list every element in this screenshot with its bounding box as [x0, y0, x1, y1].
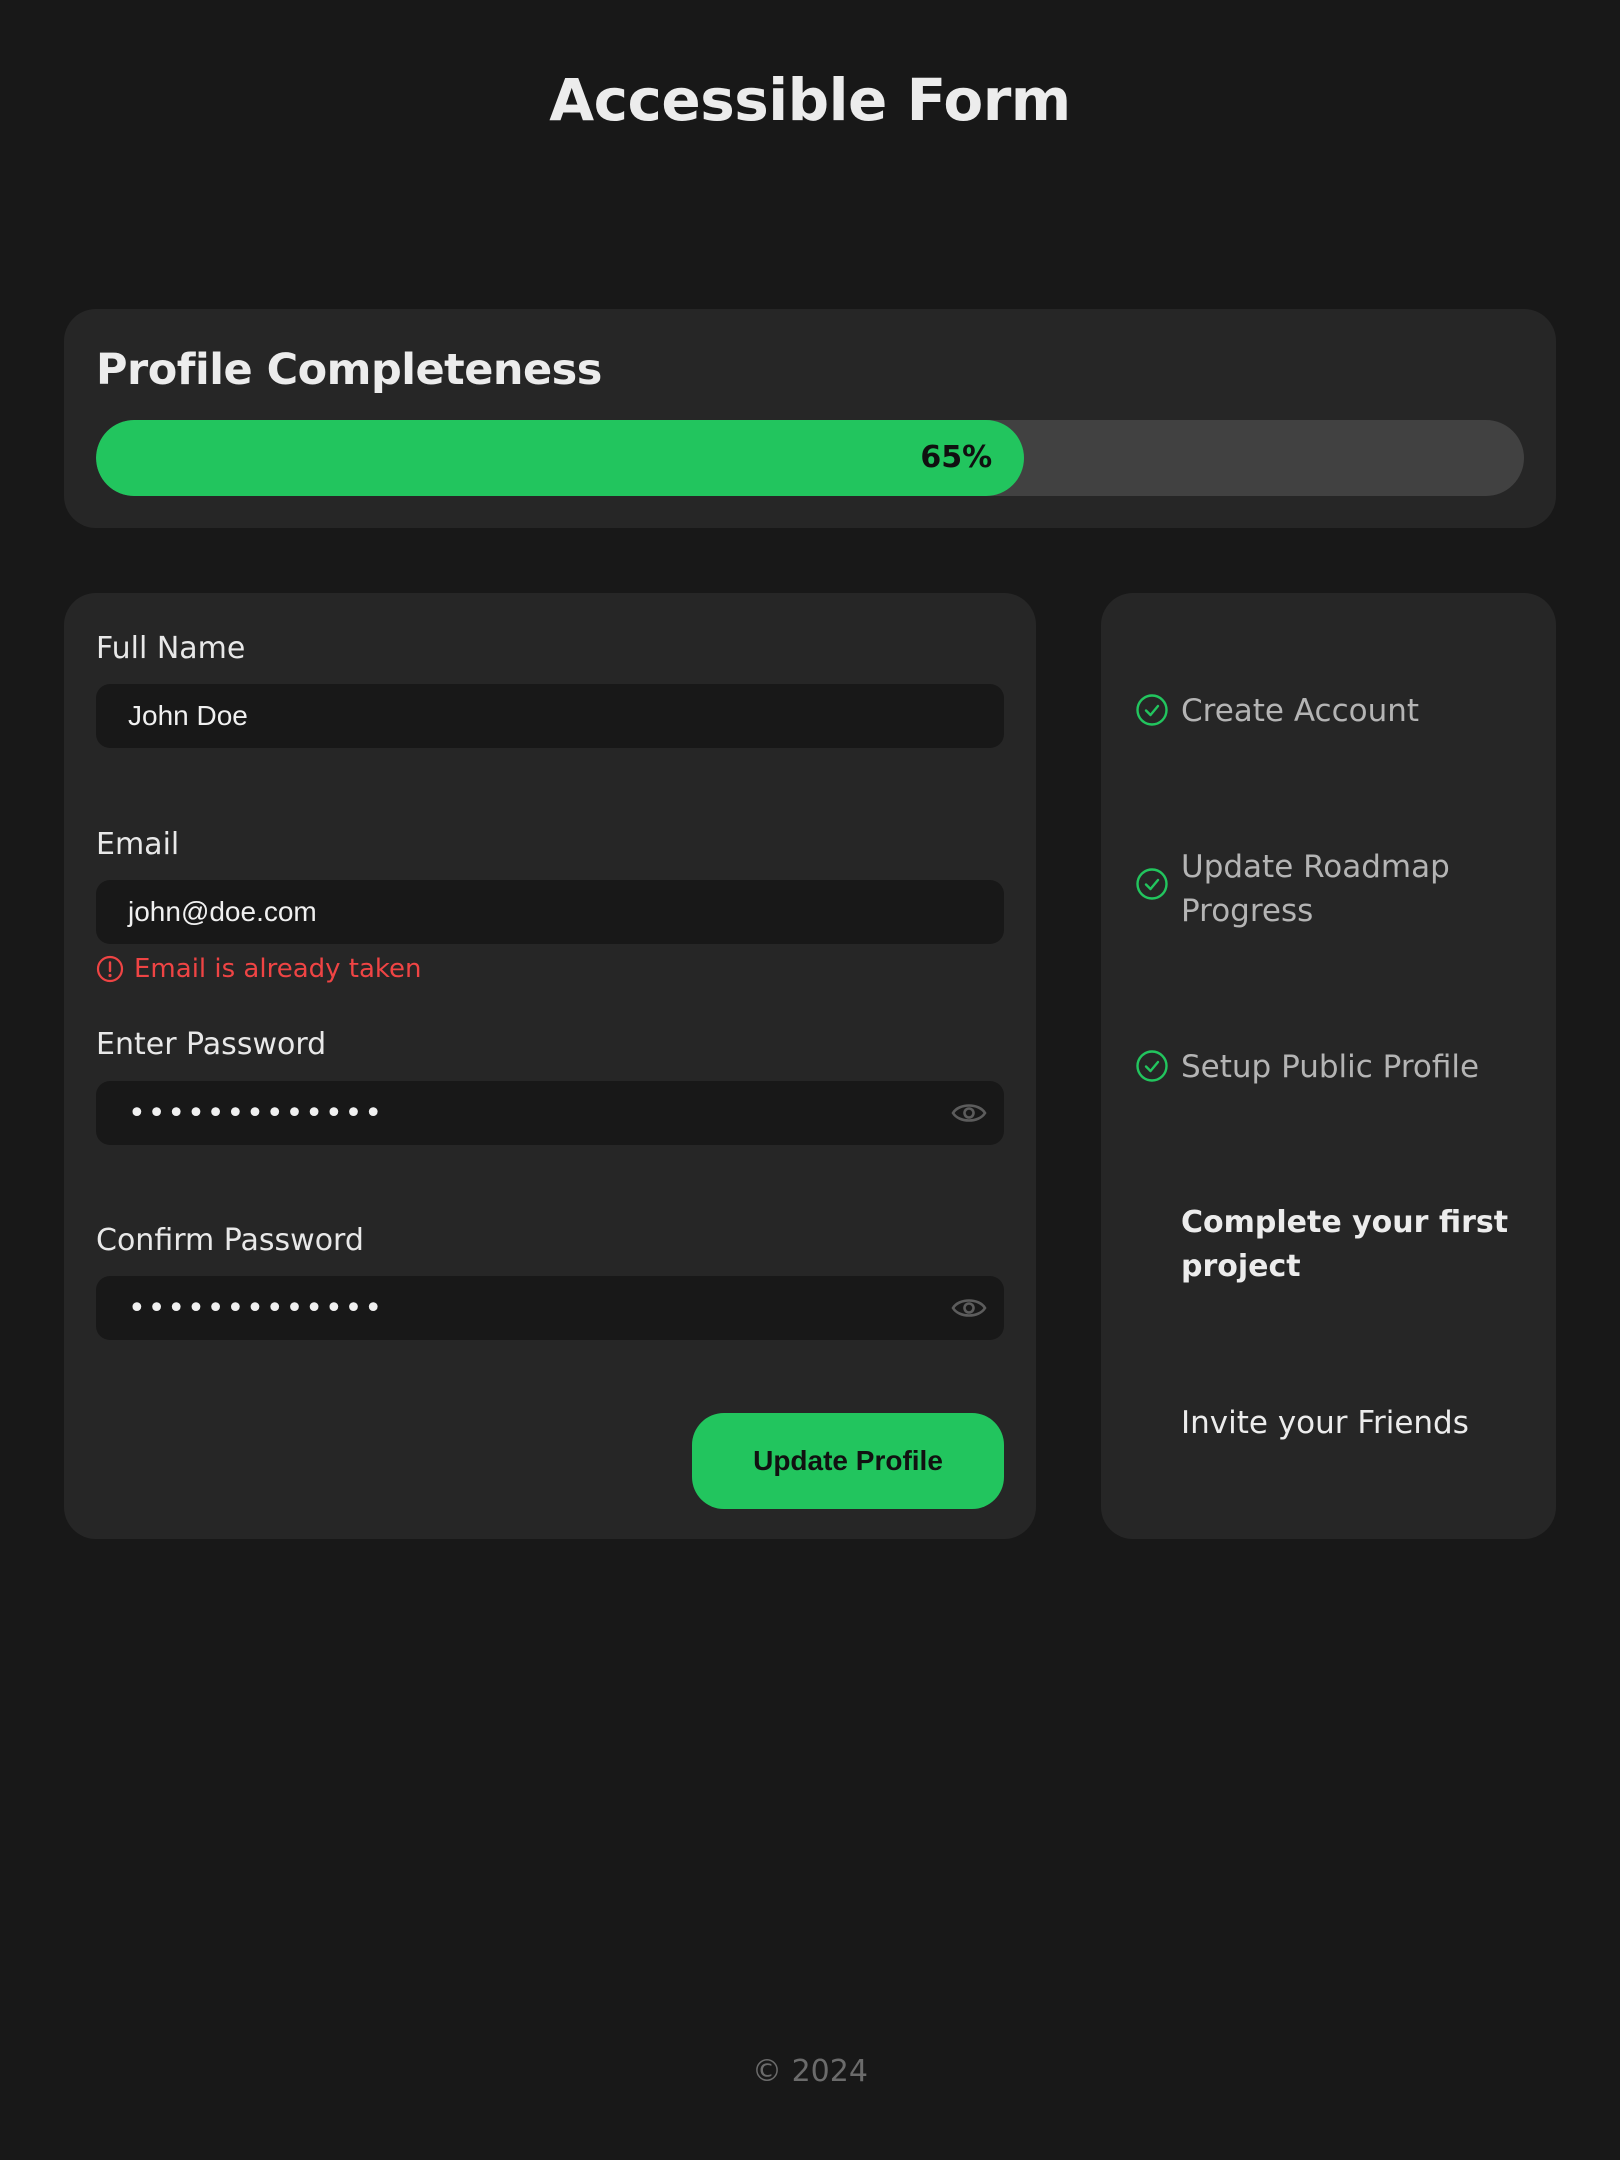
- email-field[interactable]: john@doe.com: [96, 880, 1004, 944]
- progress-percent: 65%: [920, 440, 993, 475]
- roadmap-item-first-project[interactable]: Complete your first project: [1181, 1201, 1511, 1289]
- password-value: •••••••••••••: [128, 1095, 385, 1131]
- page-title: Accessible Form: [549, 66, 1071, 134]
- email-label: Email: [96, 827, 180, 862]
- full-name-value: John Doe: [128, 700, 248, 731]
- roadmap-card: Create Account Update Roadmap Progress S…: [1101, 593, 1556, 1539]
- confirm-password-value: •••••••••••••: [128, 1290, 385, 1326]
- eye-icon[interactable]: [950, 1095, 988, 1131]
- confirm-password-label: Confirm Password: [96, 1223, 364, 1258]
- email-error: Email is already taken: [96, 954, 422, 984]
- full-name-label: Full Name: [96, 631, 246, 666]
- progress-bar: 65%: [96, 420, 1524, 496]
- profile-completeness-card: Profile Completeness 65%: [64, 309, 1556, 528]
- progress-heading: Profile Completeness: [96, 345, 602, 395]
- alert-circle-icon: [96, 955, 124, 983]
- email-value: john@doe.com: [128, 896, 317, 927]
- check-circle-icon: [1136, 868, 1168, 900]
- footer-copyright: © 2024: [752, 2054, 868, 2089]
- full-name-field[interactable]: John Doe: [96, 684, 1004, 748]
- roadmap-item-create-account[interactable]: Create Account: [1136, 689, 1511, 733]
- roadmap-item-setup-profile[interactable]: Setup Public Profile: [1136, 1045, 1511, 1089]
- roadmap-item-label: Setup Public Profile: [1181, 1049, 1480, 1085]
- roadmap-item-label: Complete your first project: [1181, 1205, 1509, 1284]
- password-label: Enter Password: [96, 1027, 327, 1062]
- update-profile-button[interactable]: Update Profile: [692, 1413, 1004, 1509]
- progress-bar-fill: 65%: [96, 420, 1025, 496]
- roadmap-item-label: Update Roadmap Progress: [1181, 849, 1450, 929]
- password-field[interactable]: •••••••••••••: [96, 1081, 1004, 1145]
- profile-form: Full Name John Doe Email john@doe.com Em…: [64, 593, 1036, 1539]
- check-circle-icon: [1136, 694, 1168, 726]
- roadmap-item-label: Invite your Friends: [1181, 1405, 1469, 1441]
- email-error-text: Email is already taken: [134, 954, 422, 984]
- eye-icon[interactable]: [950, 1290, 988, 1326]
- check-circle-icon: [1136, 1050, 1168, 1082]
- roadmap-item-update-roadmap[interactable]: Update Roadmap Progress: [1136, 845, 1511, 933]
- roadmap-item-invite-friends[interactable]: Invite your Friends: [1181, 1401, 1511, 1445]
- confirm-password-field[interactable]: •••••••••••••: [96, 1276, 1004, 1340]
- roadmap-item-label: Create Account: [1181, 693, 1420, 729]
